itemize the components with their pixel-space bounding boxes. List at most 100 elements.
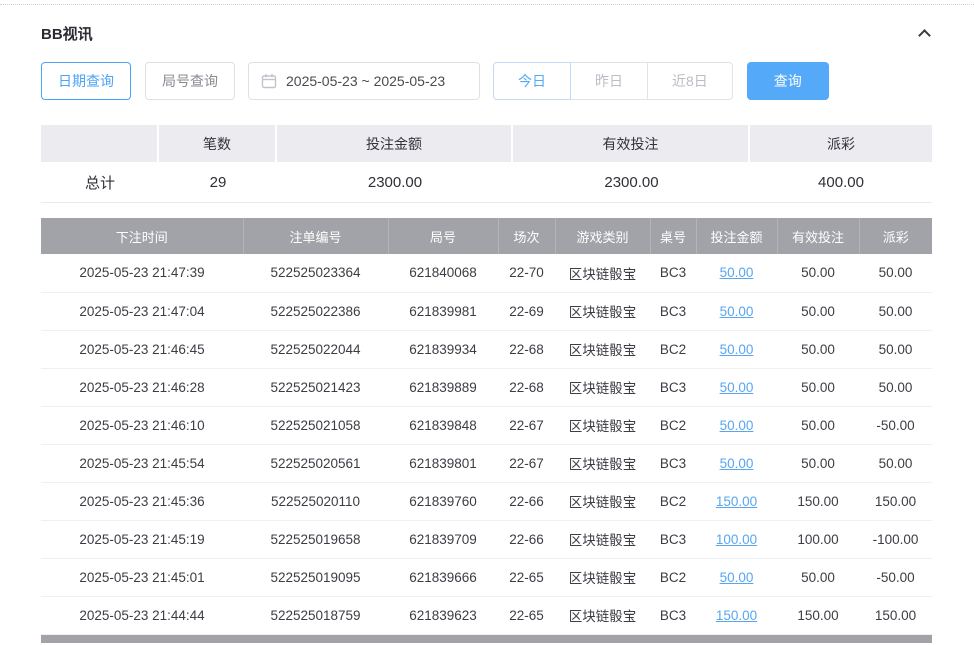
cell-session: 22-65: [498, 596, 555, 634]
summary-header-bet-amount: 投注金额: [277, 125, 513, 162]
section-header: BB视讯: [41, 21, 933, 45]
column-header-payout: 派彩: [859, 218, 932, 254]
table-row: 2025-05-23 21:46:10522525021058621839848…: [41, 406, 932, 444]
cell-bet-id: 522525019095: [243, 558, 388, 596]
table-row: 2025-05-23 21:45:36522525020110621839760…: [41, 482, 932, 520]
cell-round: 621839981: [388, 292, 498, 330]
cell-game: 区块链骰宝: [555, 558, 650, 596]
cell-table-no: BC2: [650, 482, 696, 520]
cell-bet-amount: 50.00: [696, 254, 777, 292]
cell-round: 621839666: [388, 558, 498, 596]
cell-valid-bet: 150.00: [777, 482, 859, 520]
cell-time: 2025-05-23 21:46:10: [41, 406, 243, 444]
round-query-button[interactable]: 局号查询: [145, 62, 235, 100]
table-row: 2025-05-23 21:44:44522525018759621839623…: [41, 596, 932, 634]
cell-session: 22-68: [498, 330, 555, 368]
cell-valid-bet: 150.00: [777, 596, 859, 634]
cell-time: 2025-05-23 21:47:39: [41, 254, 243, 292]
cell-time: 2025-05-23 21:45:19: [41, 520, 243, 558]
bet-table-body: 2025-05-23 21:47:39522525023364621840068…: [41, 254, 932, 634]
bet-amount-link[interactable]: 50.00: [720, 342, 754, 357]
cell-payout: 50.00: [859, 254, 932, 292]
bet-amount-link[interactable]: 150.00: [716, 608, 757, 623]
cell-time: 2025-05-23 21:47:04: [41, 292, 243, 330]
bet-amount-link[interactable]: 50.00: [720, 456, 754, 471]
column-header-bet-time: 下注时间: [41, 218, 243, 254]
column-header-valid-bet: 有效投注: [777, 218, 859, 254]
table-row: 2025-05-23 21:47:04522525022386621839981…: [41, 292, 932, 330]
cell-bet-amount: 150.00: [696, 596, 777, 634]
cell-game: 区块链骰宝: [555, 482, 650, 520]
cell-round: 621839760: [388, 482, 498, 520]
cell-bet-id: 522525021423: [243, 368, 388, 406]
cell-time: 2025-05-23 21:45:36: [41, 482, 243, 520]
summary-header-payout: 派彩: [750, 125, 932, 162]
tab-yesterday[interactable]: 昨日: [570, 62, 648, 100]
cell-game: 区块链骰宝: [555, 520, 650, 558]
table-row: 2025-05-23 21:45:01522525019095621839666…: [41, 558, 932, 596]
cell-game: 区块链骰宝: [555, 444, 650, 482]
column-header-round: 局号: [388, 218, 498, 254]
cell-payout: 150.00: [859, 482, 932, 520]
cell-bet-amount: 50.00: [696, 558, 777, 596]
column-header-bet-amount: 投注金额: [696, 218, 777, 254]
table-row: 2025-05-23 21:46:28522525021423621839889…: [41, 368, 932, 406]
cell-payout: 50.00: [859, 368, 932, 406]
bet-amount-link[interactable]: 50.00: [720, 380, 754, 395]
bet-amount-link[interactable]: 50.00: [720, 265, 754, 280]
column-header-bet-id: 注单编号: [243, 218, 388, 254]
column-header-session: 场次: [498, 218, 555, 254]
cell-table-no: BC2: [650, 406, 696, 444]
cell-round: 621839623: [388, 596, 498, 634]
cell-payout: -100.00: [859, 520, 932, 558]
cell-bet-id: 522525021058: [243, 406, 388, 444]
cell-time: 2025-05-23 21:46:45: [41, 330, 243, 368]
cell-round: 621839709: [388, 520, 498, 558]
cell-bet-id: 522525022044: [243, 330, 388, 368]
cell-game: 区块链骰宝: [555, 292, 650, 330]
cell-session: 22-69: [498, 292, 555, 330]
cell-round: 621839934: [388, 330, 498, 368]
tab-last-8-days[interactable]: 近8日: [647, 62, 733, 100]
cell-game: 区块链骰宝: [555, 406, 650, 444]
bet-amount-link[interactable]: 50.00: [720, 570, 754, 585]
cell-bet-amount: 50.00: [696, 444, 777, 482]
table-row: 2025-05-23 21:47:39522525023364621840068…: [41, 254, 932, 292]
cell-bet-amount: 100.00: [696, 520, 777, 558]
cell-round: 621839848: [388, 406, 498, 444]
cell-time: 2025-05-23 21:45:01: [41, 558, 243, 596]
cell-bet-id: 522525019658: [243, 520, 388, 558]
cell-payout: 50.00: [859, 444, 932, 482]
filter-bar: 日期查询 局号查询 2025-05-23 ~ 2025-05-23 今日 昨日 …: [41, 62, 933, 100]
search-button[interactable]: 查询: [747, 62, 829, 100]
date-range-input[interactable]: 2025-05-23 ~ 2025-05-23: [248, 62, 480, 100]
cell-bet-amount: 50.00: [696, 406, 777, 444]
cell-valid-bet: 50.00: [777, 558, 859, 596]
date-query-button[interactable]: 日期查询: [41, 62, 131, 100]
tab-today[interactable]: 今日: [493, 62, 571, 100]
cell-valid-bet: 50.00: [777, 444, 859, 482]
table-row: 2025-05-23 21:45:54522525020561621839801…: [41, 444, 932, 482]
summary-total-row: 总计 29 2300.00 2300.00 400.00: [41, 162, 932, 203]
cell-session: 22-70: [498, 254, 555, 292]
bet-amount-link[interactable]: 150.00: [716, 494, 757, 509]
cell-session: 22-68: [498, 368, 555, 406]
bet-amount-link[interactable]: 100.00: [716, 532, 757, 547]
cell-time: 2025-05-23 21:44:44: [41, 596, 243, 634]
cell-payout: 50.00: [859, 292, 932, 330]
collapse-chevron-up-icon[interactable]: [918, 29, 931, 42]
cell-bet-id: 522525022386: [243, 292, 388, 330]
cell-bet-id: 522525018759: [243, 596, 388, 634]
cell-table-no: BC3: [650, 444, 696, 482]
top-dotted-divider: [0, 4, 974, 5]
cell-bet-amount: 50.00: [696, 292, 777, 330]
cell-session: 22-67: [498, 406, 555, 444]
cell-valid-bet: 100.00: [777, 520, 859, 558]
table-row: 2025-05-23 21:45:19522525019658621839709…: [41, 520, 932, 558]
bet-amount-link[interactable]: 50.00: [720, 304, 754, 319]
cell-valid-bet: 50.00: [777, 292, 859, 330]
bet-amount-link[interactable]: 50.00: [720, 418, 754, 433]
cell-bet-amount: 50.00: [696, 368, 777, 406]
bet-records-table: 下注时间 注单编号 局号 场次 游戏类别 桌号 投注金额 有效投注 派彩 202…: [41, 218, 932, 635]
quick-range-tabs: 今日 昨日 近8日: [493, 62, 733, 100]
